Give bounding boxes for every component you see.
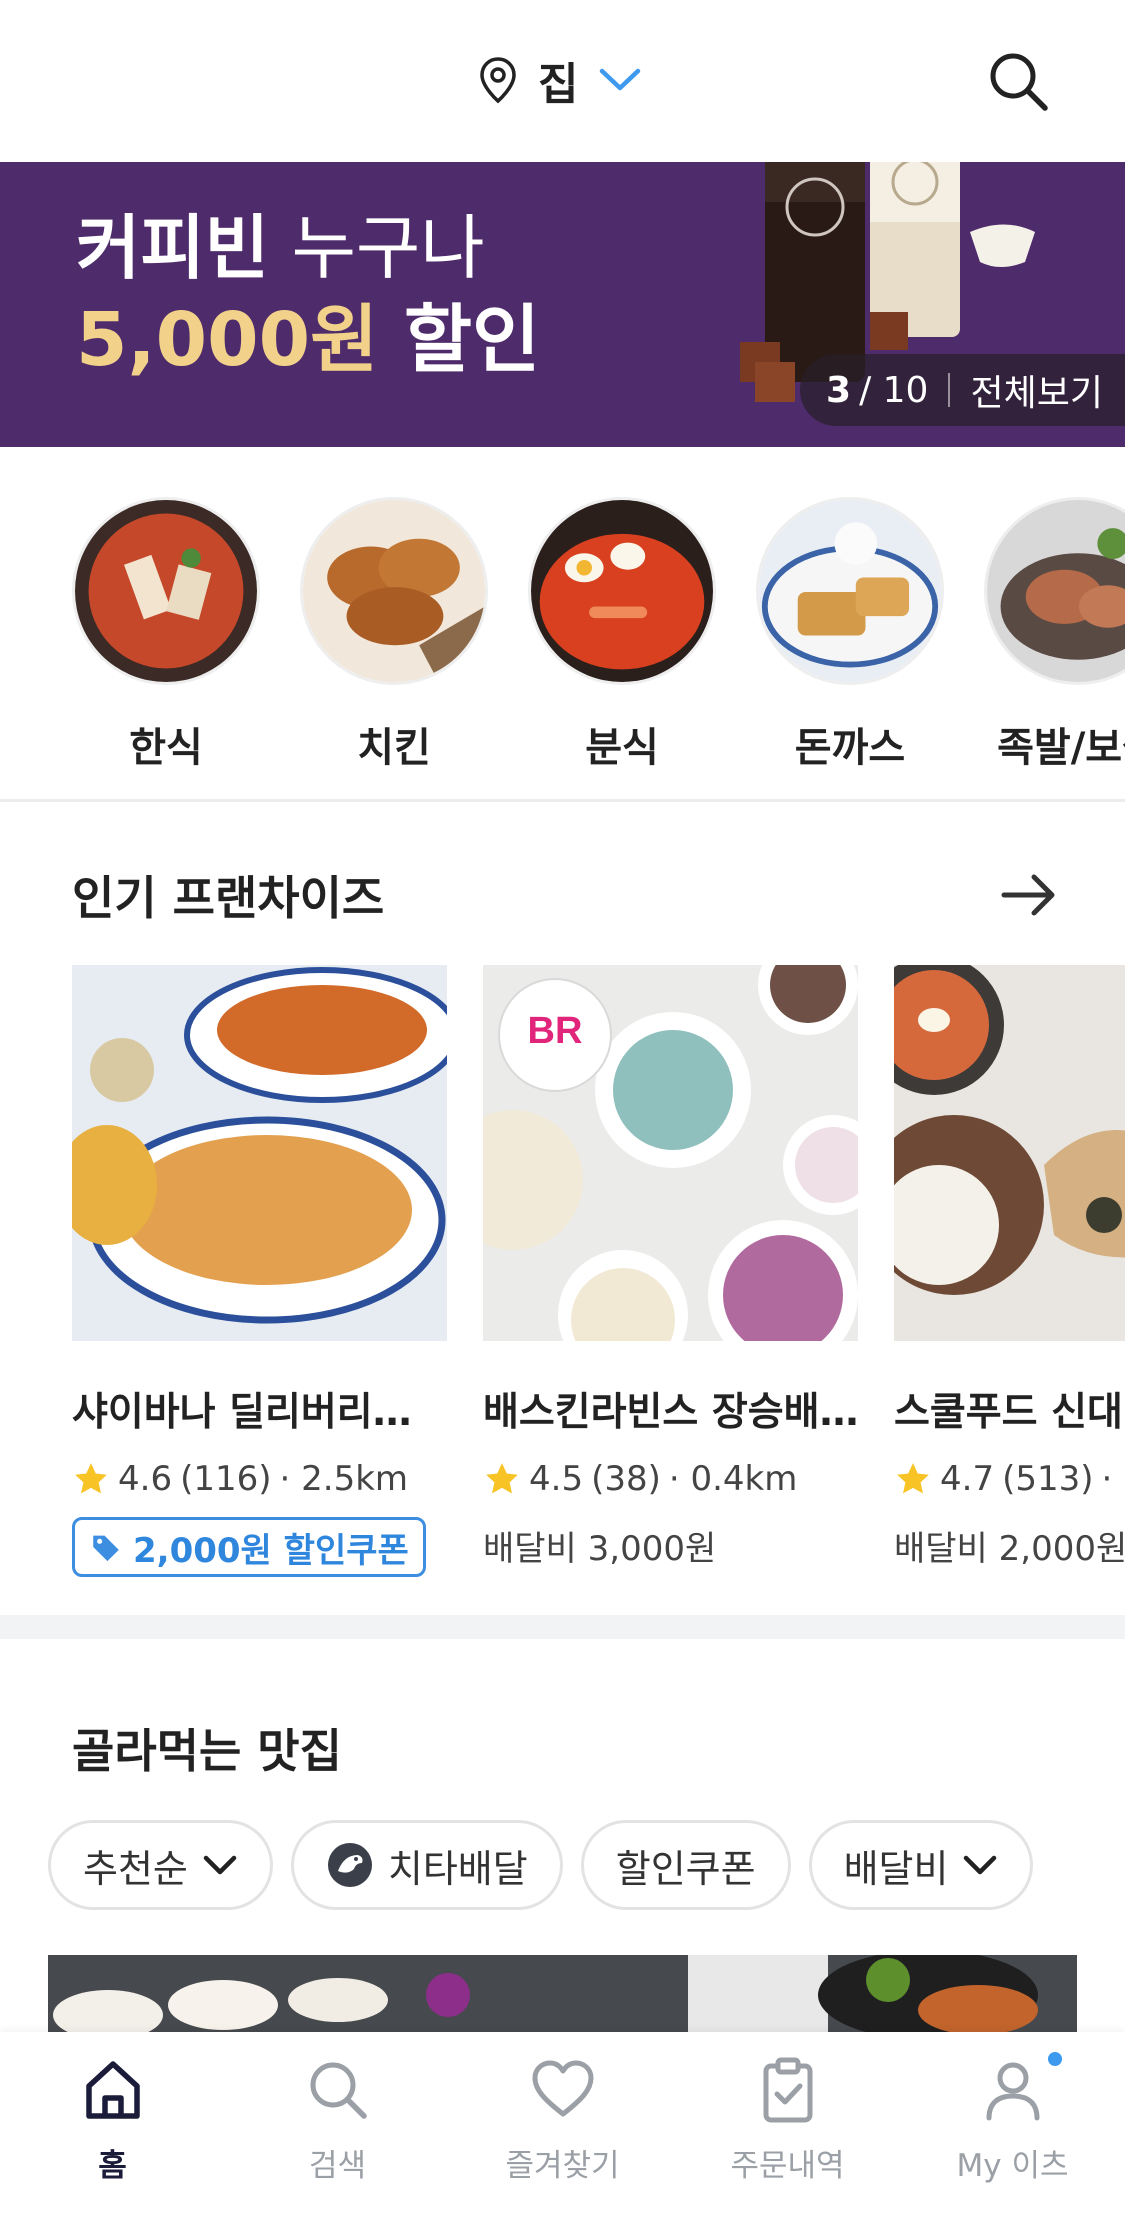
home-icon [85,2061,140,2119]
arrow-right-icon[interactable] [998,864,1060,926]
jokbal-image [984,497,1125,685]
category-jokbal[interactable]: 족발/보쌈 [984,497,1125,773]
banner-amount: 5,000원 [76,297,379,383]
svg-text:BR: BR [528,1010,583,1052]
franchise-name: 배스킨라빈스 장승배… [483,1390,858,1435]
franchise-meta: 4.7(513) · 0. [894,1459,1125,1499]
category-list: 한식 치킨 분식 돈까스 족발/보 [0,447,1125,802]
tab-home[interactable]: 홈 [0,2054,225,2185]
banner-discount-word: 할인 [378,297,541,383]
franchise-card[interactable]: 스쿨푸드 신대방 4.7(513) · 0. 배달비 2,000원 [864,955,1125,1570]
section-divider [0,1615,1125,1639]
franchise-meta: 4.6 (116) · 2.5km [72,1459,447,1499]
star-icon [486,1463,518,1494]
cheetah-icon [327,1843,372,1887]
promo-banner[interactable]: 커피빈 누구나 5,000원 할인 3 / 10 전체보기 [0,162,1125,447]
franchise-name: 스쿨푸드 신대방 [894,1390,1125,1435]
pasta-image [57,965,460,1341]
coupon-filter-chip[interactable]: 할인쿠폰 [580,1820,791,1910]
franchise-card[interactable]: 샤이바나 딜리버리… 4.6 (116) · 2.5km 2,000원 할인쿠폰 [57,965,460,1577]
tteokbokki-image [528,497,716,685]
banner-pager[interactable]: 3 / 10 전체보기 [800,354,1125,426]
clipboard-icon [763,2057,812,2123]
school-food-image [864,955,1125,1341]
chip-label: 할인쿠폰 [615,1846,756,1891]
rating-value: 4.6 [118,1459,173,1499]
coupon-label: 2,000원 할인쿠폰 [133,1530,409,1571]
search-icon[interactable] [985,48,1051,114]
star-icon [897,1463,929,1494]
category-snack[interactable]: 분식 [528,497,716,773]
picks-section-title: 골라먹는 맛집 [72,1724,342,1778]
banner-headline: 커피빈 누구나 [76,192,485,293]
category-label: 족발/보쌈 [997,725,1125,771]
app-screen: 집 커피빈 누구나 5,000원 할인 3 / 10 전체보기 한식 치킨 분식… [0,0,1125,2232]
category-label: 돈까스 [794,725,906,771]
coupon-badge: 2,000원 할인쿠폰 [72,1517,426,1577]
chip-label: 치타배달 [387,1846,528,1891]
delivery-fee: 배달비 3,000원 [483,1529,717,1569]
top-header: 집 [0,0,1125,162]
notification-dot [1048,2052,1062,2066]
location-label: 집 [538,59,579,110]
tab-label: My 이츠 [956,2148,1069,2184]
chip-label: 추천순 [83,1846,188,1891]
franchise-name: 샤이바나 딜리버리… [72,1390,412,1435]
review-count: (38) [591,1459,661,1499]
cheetah-delivery-chip[interactable]: 치타배달 [290,1820,563,1910]
review-count: (116) [180,1459,272,1499]
banner-discount: 5,000원 할인 [76,280,540,387]
tag-icon [93,1535,119,1562]
category-label: 한식 [129,725,203,771]
tab-favorites[interactable]: 즐겨찾기 [450,2054,675,2185]
rating-value: 4.5 [529,1459,584,1499]
chevron-down-icon [600,68,641,91]
delivery-fee-filter-chip[interactable]: 배달비 [808,1820,1034,1910]
bottom-tab-bar: 홈 검색 즐겨찾기 주문내역 My 이츠 [0,2032,1125,2232]
sort-filter-chip[interactable]: 추천순 [48,1820,273,1910]
franchise-meta: 4.5 (38) · 0.4km [483,1459,858,1499]
pager-divider [948,373,951,407]
view-all-link[interactable]: 전체보기 [970,364,1102,416]
banner-brand: 커피빈 [76,207,270,289]
filter-chips: 추천순 치타배달 할인쿠폰 배달비 [48,1820,1034,1910]
delivery-fee: 배달비 2,000원 [894,1529,1125,1569]
category-korean[interactable]: 한식 [72,497,260,773]
chevron-down-icon [203,1855,237,1875]
franchise-section-title: 인기 프랜차이즈 [72,871,385,925]
category-label: 치킨 [357,725,431,771]
tab-label: 주문내역 [730,2148,845,2184]
category-chicken[interactable]: 치킨 [300,497,488,773]
search-icon [310,2062,367,2119]
rating-value: 4.7 [940,1459,995,1499]
banner-headline-rest: 누구나 [269,207,485,289]
location-selector[interactable]: 집 [478,50,642,110]
distance: · 0. [1101,1459,1125,1499]
banner-page-total: / 10 [859,369,929,411]
restaurant-preview-image[interactable] [48,1955,1077,2035]
tab-my-eats[interactable]: My 이츠 [900,2054,1125,2185]
donkatsu-image [756,497,944,685]
distance: · 2.5km [279,1459,409,1499]
tab-label: 검색 [308,2148,367,2184]
chevron-down-icon [964,1855,997,1875]
franchise-card[interactable]: BR 배스킨라빈스 장승배… 4.5 (38) · 0.4km 배달비 3,000… [443,935,883,1570]
banner-page-current: 3 [826,369,852,411]
tab-label: 즐겨찾기 [505,2148,620,2184]
category-label: 분식 [585,725,659,771]
tab-label: 홈 [98,2148,127,2184]
ice-cream-image: BR [443,935,883,1380]
chip-label: 배달비 [843,1846,949,1891]
heart-icon [532,2060,593,2117]
star-icon [75,1463,107,1494]
location-pin-icon [480,57,516,104]
review-count: (513) [1002,1459,1094,1499]
tab-search[interactable]: 검색 [225,2054,450,2185]
distance: · 0.4km [668,1459,798,1499]
chicken-image [300,497,488,685]
person-icon [986,2062,1039,2121]
korean-food-image [72,497,260,685]
tab-orders[interactable]: 주문내역 [675,2054,900,2185]
category-donkatsu[interactable]: 돈까스 [756,497,944,773]
